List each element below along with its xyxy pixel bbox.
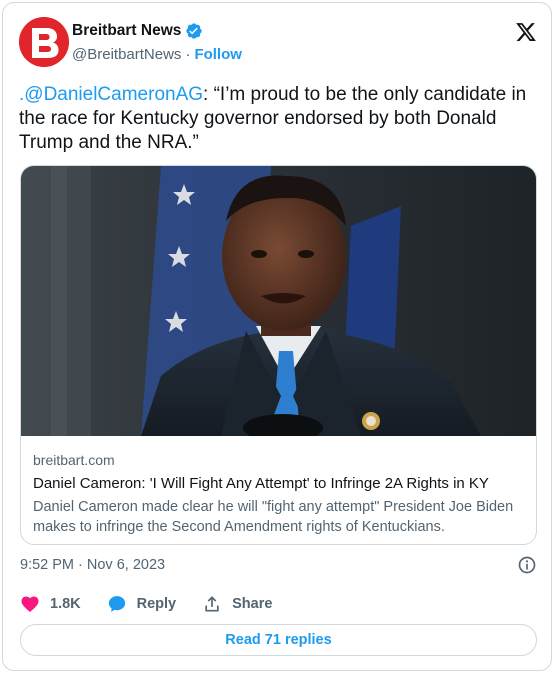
account-names: Breitbart News @BreitbartNews · Follow	[72, 20, 242, 64]
tweet-timestamp[interactable]: 9:52 PM · Nov 6, 2023	[20, 557, 165, 573]
verified-badge-icon	[186, 23, 203, 39]
heart-icon	[21, 596, 39, 612]
share-button[interactable]: Share	[202, 594, 272, 614]
reply-button[interactable]: Reply	[107, 594, 177, 614]
share-label: Share	[232, 596, 273, 612]
photo-man-at-podium-icon	[21, 166, 536, 436]
mention-link[interactable]: .@DanielCameronAG	[19, 84, 203, 105]
link-description: Daniel Cameron made clear he will "fight…	[33, 499, 514, 535]
separator-dot: ·	[185, 45, 191, 63]
x-logo-icon[interactable]	[515, 21, 537, 43]
link-title[interactable]: Daniel Cameron: 'I Will Fight Any Attemp…	[33, 474, 528, 494]
tweet-card: Breitbart News @BreitbartNews · Follow .…	[2, 2, 552, 671]
like-button[interactable]: 1.8K	[20, 594, 81, 614]
link-preview-image[interactable]	[21, 166, 536, 436]
tweet-actions: 1.8K Reply Share	[20, 593, 298, 615]
account-name[interactable]: Breitbart News	[72, 22, 181, 40]
share-icon	[205, 596, 219, 612]
like-count: 1.8K	[50, 596, 81, 612]
reply-label: Reply	[136, 596, 177, 612]
link-preview-card[interactable]: breitbart.com Daniel Cameron: 'I Will Fi…	[20, 165, 537, 545]
avatar[interactable]	[19, 17, 69, 67]
tweet-header: Breitbart News @BreitbartNews · Follow	[19, 17, 537, 69]
breitbart-logo-icon	[19, 17, 69, 67]
follow-button[interactable]: Follow	[194, 46, 242, 63]
read-replies-button[interactable]: Read 71 replies	[20, 624, 537, 656]
read-replies-label: Read 71 replies	[225, 632, 332, 648]
link-domain[interactable]: breitbart.com	[33, 451, 528, 470]
account-handle[interactable]: @BreitbartNews	[72, 46, 181, 63]
tweet-text: .@DanielCameronAG: “I’m proud to be the …	[19, 83, 539, 155]
tweet-timestamp-row: 9:52 PM · Nov 6, 2023	[20, 555, 537, 575]
link-preview-body: breitbart.com Daniel Cameron: 'I Will Fi…	[33, 451, 528, 537]
reply-bubble-icon	[108, 596, 125, 612]
info-icon[interactable]	[517, 555, 537, 575]
